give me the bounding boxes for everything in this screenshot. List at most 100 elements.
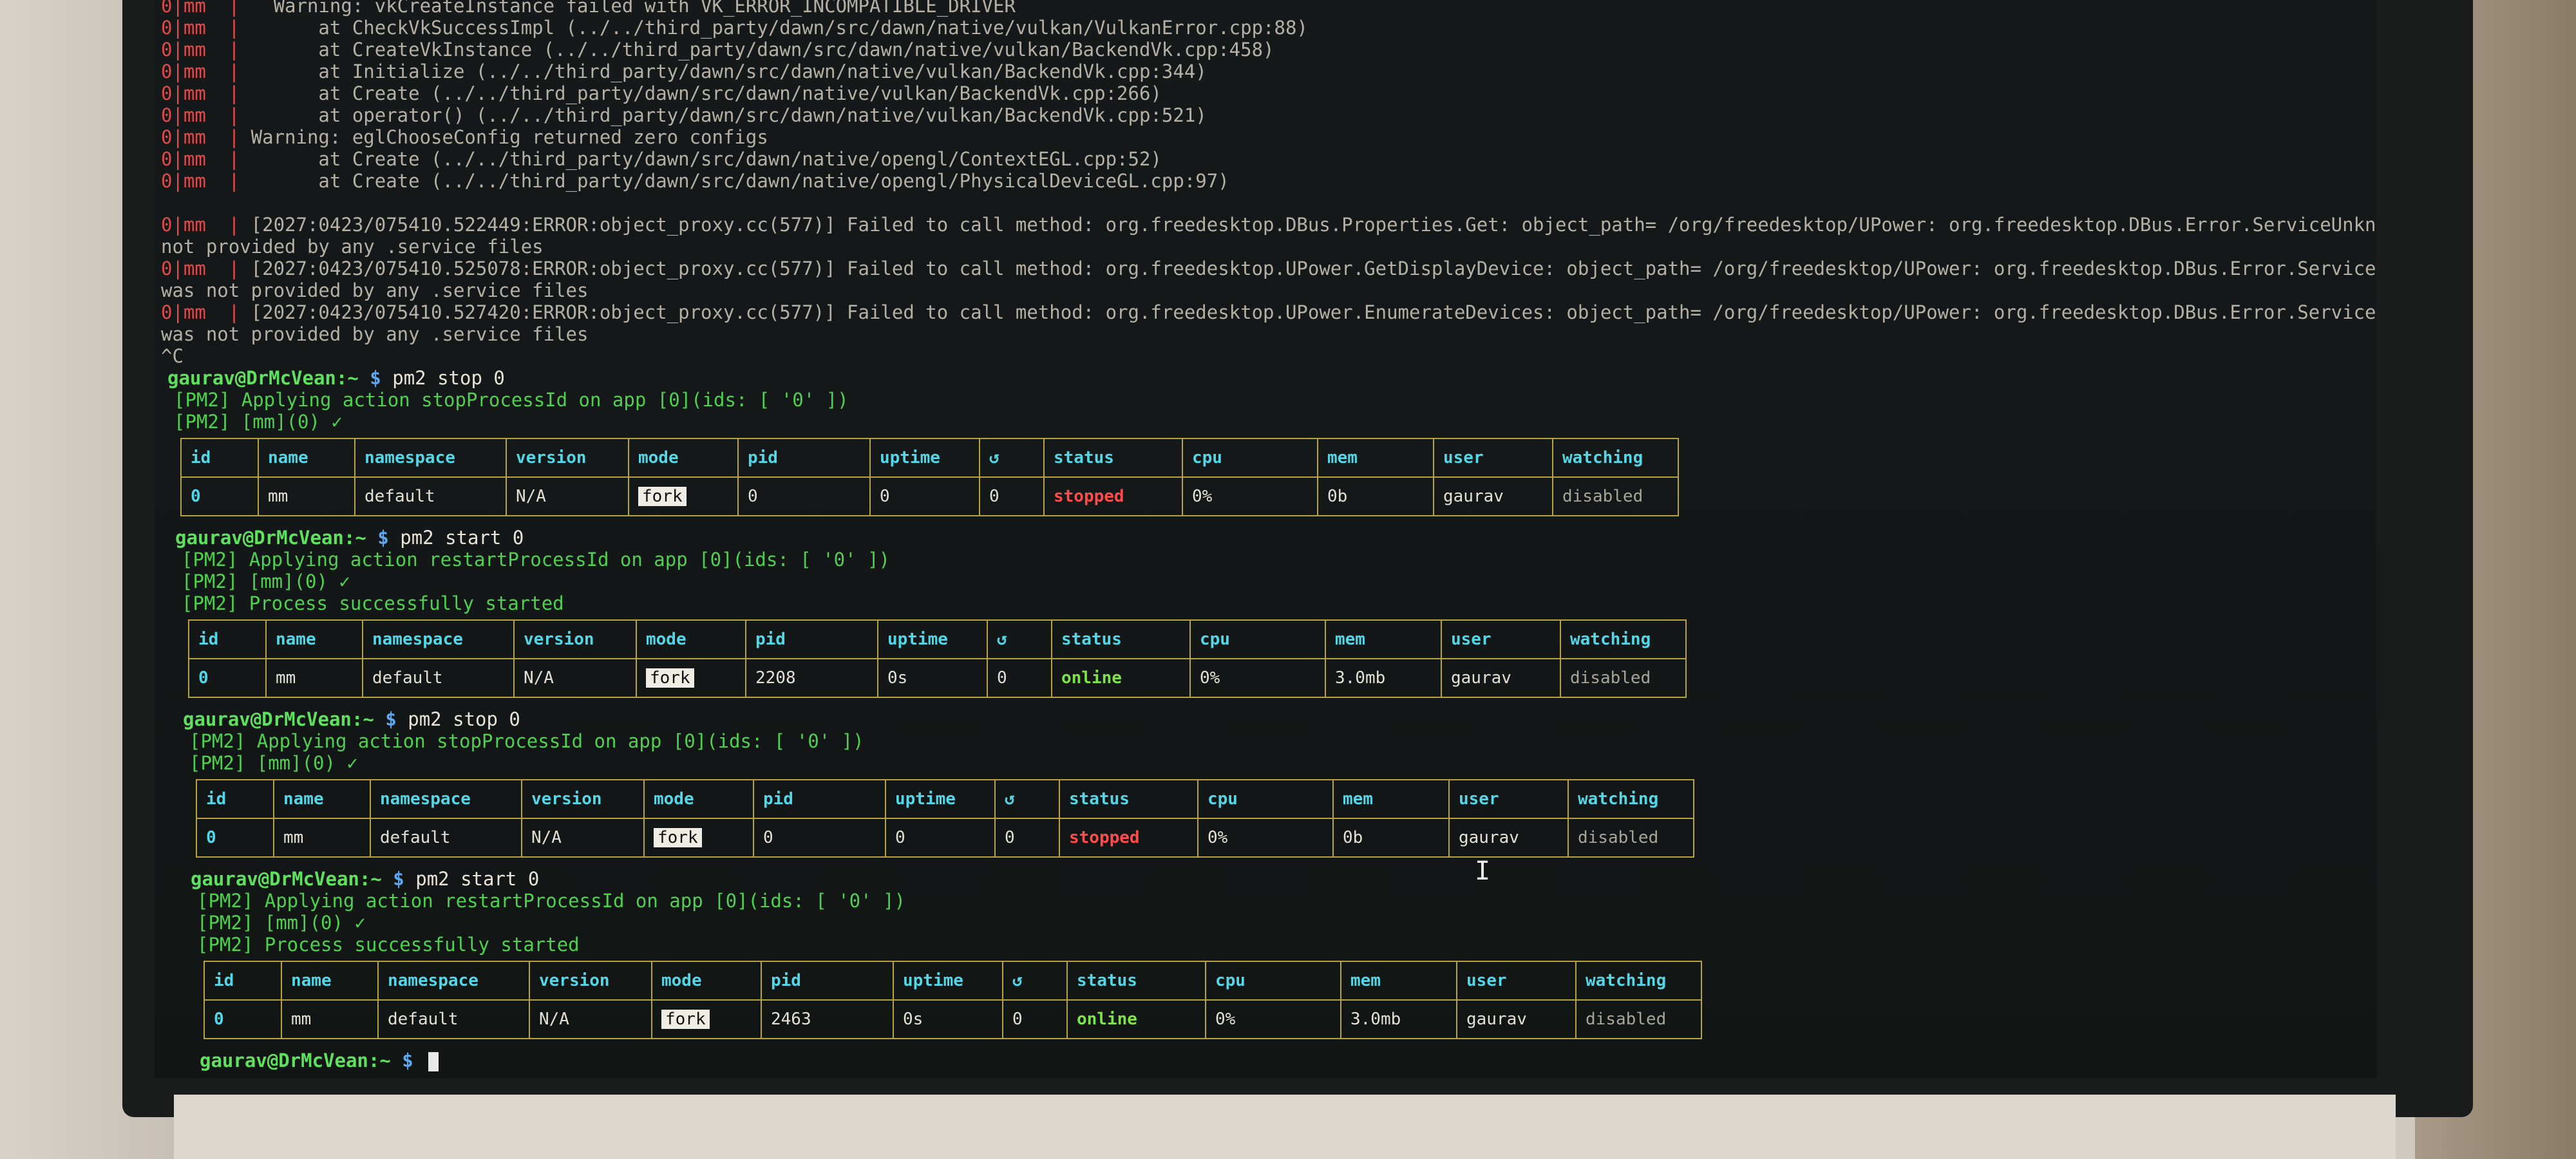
log-line: was not provided by any .service files xyxy=(161,279,588,301)
cell-value-user: gaurav xyxy=(1451,668,1511,688)
cell-value-status: online xyxy=(1077,1010,1137,1029)
column-header-id: id xyxy=(204,961,282,1001)
log-text: at operator() (../../third_party/dawn/sr… xyxy=(240,104,1207,126)
cell-value-watching: disabled xyxy=(1570,668,1651,688)
monitor-screen: 0|mm | Warning: vkCreateInstance failed … xyxy=(155,0,2376,1079)
cell-value-uptime: 0s xyxy=(887,668,908,688)
cell-value-restarts: 0 xyxy=(989,487,999,506)
cell-value-user: gaurav xyxy=(1459,828,1519,847)
cell-value-version: N/A xyxy=(539,1010,569,1029)
prompt-dollar: $ xyxy=(385,708,397,730)
log-text: [2027:0423/075410.527420:ERROR:object_pr… xyxy=(251,301,2376,323)
cell-id: 0 xyxy=(188,658,267,698)
cell-mode: fork xyxy=(628,476,739,516)
cell-value-pid: 2208 xyxy=(755,668,796,688)
command-text: pm2 start 0 xyxy=(415,868,540,890)
column-header-restarts: ↺ xyxy=(1002,961,1068,1001)
cell-namespace: default xyxy=(354,476,507,516)
cell-restarts: 0 xyxy=(1002,999,1068,1039)
terminal-window[interactable]: 0|mm | Warning: vkCreateInstance failed … xyxy=(155,0,2376,1079)
log-text: at CheckVkSuccessImpl (../../third_party… xyxy=(240,17,1308,39)
cell-watching: disabled xyxy=(1560,658,1687,698)
pm2-output-line: [PM2] [mm](0) ✓ xyxy=(197,912,366,934)
log-text: at Create (../../third_party/dawn/src/da… xyxy=(240,170,1229,192)
prompt-path: :~ xyxy=(359,868,382,890)
log-line: 0|mm | [2027:0423/075410.527420:ERROR:ob… xyxy=(161,301,2376,323)
cell-value-pid: 0 xyxy=(763,828,773,847)
column-header-pid: pid xyxy=(761,961,894,1001)
cell-pid: 2463 xyxy=(761,999,894,1039)
cell-watching: disabled xyxy=(1575,999,1702,1039)
log-text: Warning: vkCreateInstance failed with VK… xyxy=(240,0,1016,17)
log-line: 0|mm | Warning: vkCreateInstance failed … xyxy=(161,0,1016,17)
cell-value-name: mm xyxy=(268,487,289,506)
column-header-cpu: cpu xyxy=(1189,619,1326,659)
table-row: 0 mm default N/A fork 0 0 0 stopped 0% 0b gaurav dis… xyxy=(196,818,1694,858)
cell-restarts: 0 xyxy=(994,818,1060,858)
column-header-mode: mode xyxy=(628,438,739,478)
cell-value-mode: fork xyxy=(646,668,694,688)
cell-version: N/A xyxy=(521,818,645,858)
column-header-user: user xyxy=(1456,961,1577,1001)
pm2-output-line: [PM2] Applying action stopProcessId on a… xyxy=(174,389,849,411)
cell-value-user: gaurav xyxy=(1443,487,1504,506)
column-header-status: status xyxy=(1066,961,1206,1001)
cell-user: gaurav xyxy=(1448,818,1569,858)
log-line: 0|mm | Warning: eglChooseConfig returned… xyxy=(161,126,768,148)
cell-value-pid: 2463 xyxy=(771,1010,811,1029)
cell-namespace: default xyxy=(362,658,515,698)
prompt-user: gaurav@DrMcVean xyxy=(175,527,344,549)
cell-name: mm xyxy=(258,476,355,516)
prompt-user: gaurav@DrMcVean xyxy=(200,1050,368,1071)
cell-value-cpu: 0% xyxy=(1192,487,1213,506)
column-header-watching: watching xyxy=(1575,961,1702,1001)
text-cursor-ibeam-icon: I xyxy=(1475,856,1491,886)
pm2-output-line: [PM2] Applying action stopProcessId on a… xyxy=(189,730,864,752)
log-text: not provided by any .service files xyxy=(161,236,544,258)
column-header-uptime: uptime xyxy=(869,438,980,478)
column-header-mem: mem xyxy=(1340,961,1457,1001)
log-text: at Create (../../third_party/dawn/src/da… xyxy=(240,82,1162,104)
process-table: id name namespace version mode pid uptime ↺ stat… xyxy=(180,438,1679,516)
column-header-version: version xyxy=(521,779,645,819)
cell-uptime: 0s xyxy=(893,999,1003,1039)
prompt-dollar: $ xyxy=(370,367,381,389)
pm2-output-line: [PM2] [mm](0) ✓ xyxy=(182,570,350,592)
table-header-row: id name namespace version mode pid uptime ↺ stat… xyxy=(204,961,1702,1001)
pm2-output-line: [PM2] [mm](0) ✓ xyxy=(174,411,343,433)
cell-value-status: online xyxy=(1061,668,1122,688)
log-line: was not provided by any .service files xyxy=(161,323,588,345)
column-header-mem: mem xyxy=(1325,619,1442,659)
column-header-uptime: uptime xyxy=(877,619,988,659)
command-text: pm2 stop 0 xyxy=(408,708,520,730)
log-prefix: 0|mm | xyxy=(161,148,240,170)
cell-restarts: 0 xyxy=(987,658,1052,698)
cell-id: 0 xyxy=(204,999,282,1039)
column-header-mem: mem xyxy=(1332,779,1450,819)
cell-value-pid: 0 xyxy=(748,487,758,506)
process-table: id name namespace version mode pid uptime ↺ stat… xyxy=(188,619,1687,698)
cell-value-id: 0 xyxy=(191,487,201,506)
prompt-path: :~ xyxy=(368,1050,391,1071)
cell-watching: disabled xyxy=(1567,818,1694,858)
cell-pid: 0 xyxy=(737,476,871,516)
cell-value-watching: disabled xyxy=(1586,1010,1667,1029)
column-header-namespace: namespace xyxy=(377,961,530,1001)
cell-namespace: default xyxy=(370,818,522,858)
cell-value-id: 0 xyxy=(214,1010,224,1029)
cell-mode: fork xyxy=(651,999,762,1039)
log-text: at Create (../../third_party/dawn/src/da… xyxy=(240,148,1162,170)
cell-value-restarts: 0 xyxy=(1012,1010,1023,1029)
cell-user: gaurav xyxy=(1441,658,1561,698)
cell-value-name: mm xyxy=(291,1010,312,1029)
log-prefix: 0|mm | xyxy=(161,39,240,61)
cell-name: mm xyxy=(265,658,363,698)
column-header-watching: watching xyxy=(1560,619,1687,659)
log-prefix: 0|mm | xyxy=(161,0,240,17)
cell-value-status: stopped xyxy=(1054,487,1124,506)
cell-cpu: 0% xyxy=(1182,476,1318,516)
